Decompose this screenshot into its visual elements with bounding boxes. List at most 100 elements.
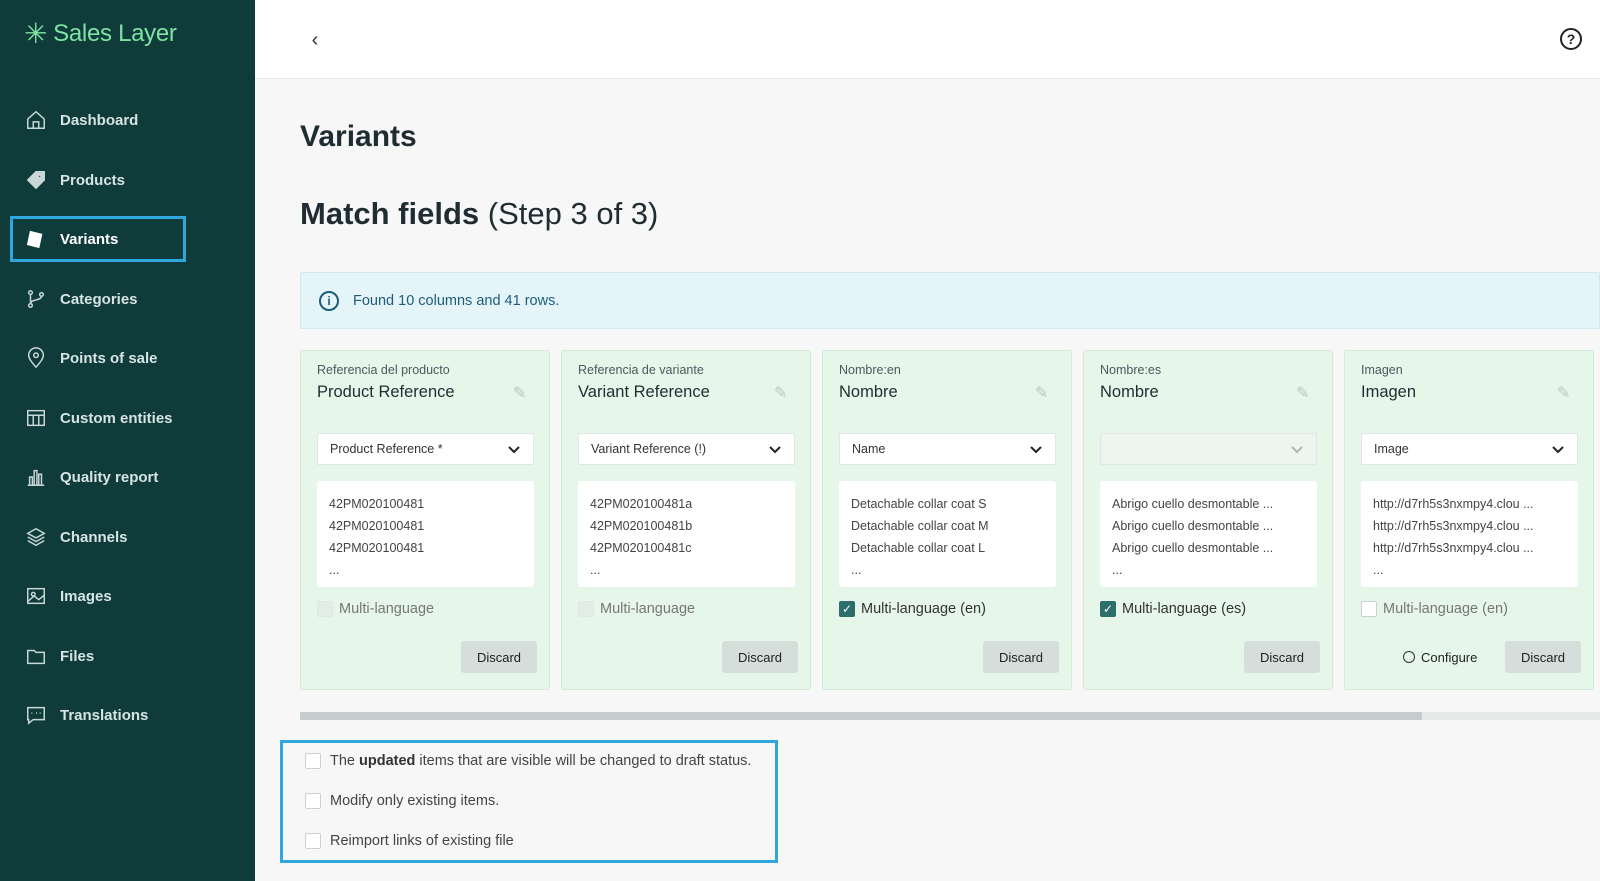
discard-button[interactable]: Discard bbox=[722, 641, 798, 673]
option-label: Modify only existing items. bbox=[330, 793, 500, 809]
field-select[interactable]: Image bbox=[1361, 433, 1578, 465]
option-label: Reimport links of existing file bbox=[330, 833, 514, 849]
sidebar-item-points-of-sale[interactable]: Points of sale bbox=[10, 335, 186, 381]
sidebar-item-label: Images bbox=[60, 587, 112, 605]
column-source-name: Referencia de variante bbox=[578, 363, 704, 377]
preview-row: ... bbox=[1373, 563, 1384, 577]
back-chevron-icon[interactable]: ‹ bbox=[303, 28, 327, 52]
column-target-name: Imagen bbox=[1361, 383, 1417, 401]
sidebar-item-variants[interactable]: Variants bbox=[10, 216, 186, 262]
sidebar-item-label: Variants bbox=[60, 230, 119, 248]
preview-row: Detachable collar coat M bbox=[851, 519, 989, 533]
discard-button[interactable]: Discard bbox=[461, 641, 537, 673]
field-select[interactable] bbox=[1100, 433, 1317, 465]
data-preview: 42PM020100481 42PM020100481 42PM02010048… bbox=[317, 481, 534, 587]
preview-row: ... bbox=[329, 563, 340, 577]
discard-button[interactable]: Discard bbox=[1244, 641, 1320, 673]
edit-pencil-icon[interactable]: ✎ bbox=[1296, 383, 1314, 402]
field-select-value: Image bbox=[1374, 442, 1409, 456]
preview-row: 42PM020100481 bbox=[329, 497, 425, 511]
field-card-imagen: Imagen Imagen ✎ Image http://d7rh5s3nxmp… bbox=[1344, 350, 1594, 690]
sidebar-item-categories[interactable]: Categories bbox=[10, 276, 186, 322]
horizontal-scrollbar[interactable] bbox=[300, 712, 1600, 720]
preview-row: 42PM020100481 bbox=[329, 519, 425, 533]
multi-language-label: Multi-language (es) bbox=[1122, 601, 1247, 617]
sales-layer-logo[interactable]: ✳ Sales Layer bbox=[24, 20, 177, 48]
sidebar-item-products[interactable]: Products bbox=[10, 157, 186, 203]
configure-button[interactable]: Configure bbox=[1403, 641, 1477, 673]
option-draft-status[interactable]: The updated items that are visible will … bbox=[305, 753, 751, 769]
logo-text: Sales Layer bbox=[53, 20, 177, 47]
sidebar-item-images[interactable]: Images bbox=[10, 573, 186, 619]
reimport-links-checkbox[interactable] bbox=[305, 833, 321, 849]
step-title-main: Match fields bbox=[300, 196, 480, 231]
image-icon bbox=[24, 584, 48, 608]
option-modify-existing[interactable]: Modify only existing items. bbox=[305, 793, 499, 809]
chat-icon bbox=[24, 703, 48, 727]
field-card-variant-reference: Referencia de variante Variant Reference… bbox=[561, 350, 811, 690]
multi-language-checkbox[interactable]: ✓ bbox=[1100, 601, 1116, 617]
column-target-name: Nombre bbox=[1100, 383, 1159, 401]
data-preview: 42PM020100481a 42PM020100481b 42PM020100… bbox=[578, 481, 795, 587]
sidebar-item-files[interactable]: Files bbox=[10, 633, 186, 679]
option-text-bold: updated bbox=[359, 753, 416, 769]
preview-row: http://d7rh5s3nxmpy4.clou ... bbox=[1373, 497, 1534, 511]
multi-language-checkbox[interactable]: ✓ bbox=[839, 601, 855, 617]
sidebar-item-label: Products bbox=[60, 171, 126, 189]
multi-language-option: Multi-language bbox=[317, 601, 434, 617]
preview-row: Abrigo cuello desmontable ... bbox=[1112, 519, 1274, 533]
multi-language-checkbox bbox=[578, 601, 594, 617]
preview-row: ... bbox=[851, 563, 862, 577]
sidebar-item-label: Files bbox=[60, 647, 95, 665]
field-select[interactable]: Product Reference * bbox=[317, 433, 534, 465]
preview-row: Detachable collar coat L bbox=[851, 541, 986, 555]
bar-chart-icon bbox=[24, 465, 48, 489]
step-indicator: (Step 3 of 3) bbox=[487, 196, 659, 231]
chevron-down-icon bbox=[1290, 442, 1304, 456]
column-target-name: Product Reference bbox=[317, 383, 455, 401]
gear-icon bbox=[1403, 651, 1415, 663]
scrollbar-thumb[interactable] bbox=[300, 712, 1422, 720]
help-icon[interactable]: ? bbox=[1560, 28, 1582, 50]
sidebar-item-label: Quality report bbox=[60, 468, 159, 486]
sidebar-item-custom-entities[interactable]: Custom entities bbox=[10, 395, 186, 441]
data-preview: Detachable collar coat S Detachable coll… bbox=[839, 481, 1056, 587]
preview-row: 42PM020100481c bbox=[590, 541, 692, 555]
edit-pencil-icon[interactable]: ✎ bbox=[513, 383, 531, 402]
draft-status-checkbox[interactable] bbox=[305, 753, 321, 769]
edit-pencil-icon[interactable]: ✎ bbox=[774, 383, 792, 402]
column-source-name: Nombre:en bbox=[839, 363, 901, 377]
info-icon: i bbox=[319, 290, 339, 311]
home-icon bbox=[24, 108, 48, 132]
sidebar: ✳ Sales Layer Dashboard Products Variant… bbox=[0, 0, 255, 881]
field-select-value: Variant Reference (!) bbox=[591, 442, 707, 456]
column-target-name: Nombre bbox=[839, 383, 898, 401]
sidebar-item-channels[interactable]: Channels bbox=[10, 514, 186, 560]
info-banner: i Found 10 columns and 41 rows. bbox=[300, 272, 1600, 329]
preview-row: 42PM020100481 bbox=[329, 541, 425, 555]
location-pin-icon bbox=[24, 346, 48, 370]
field-select[interactable]: Name bbox=[839, 433, 1056, 465]
sidebar-item-dashboard[interactable]: Dashboard bbox=[10, 97, 186, 143]
edit-pencil-icon[interactable]: ✎ bbox=[1557, 383, 1575, 402]
discard-button[interactable]: Discard bbox=[1505, 641, 1581, 673]
option-text-post: items that are visible will be changed t… bbox=[419, 753, 752, 769]
edit-pencil-icon[interactable]: ✎ bbox=[1035, 383, 1053, 402]
chevron-down-icon bbox=[1551, 442, 1565, 456]
column-source-name: Referencia del producto bbox=[317, 363, 450, 377]
page-title: Variants bbox=[300, 120, 417, 153]
multi-language-checkbox[interactable] bbox=[1361, 601, 1377, 617]
preview-row: ... bbox=[1112, 563, 1123, 577]
preview-row: 42PM020100481b bbox=[590, 519, 693, 533]
info-text: Found 10 columns and 41 rows. bbox=[353, 292, 560, 309]
step-title: Match fields (Step 3 of 3) bbox=[300, 196, 658, 232]
preview-row: http://d7rh5s3nxmpy4.clou ... bbox=[1373, 519, 1534, 533]
sidebar-item-quality-report[interactable]: Quality report bbox=[10, 454, 186, 500]
preview-row: Detachable collar coat S bbox=[851, 497, 987, 511]
sidebar-item-translations[interactable]: Translations bbox=[10, 692, 186, 738]
field-select[interactable]: Variant Reference (!) bbox=[578, 433, 795, 465]
modify-existing-checkbox[interactable] bbox=[305, 793, 321, 809]
discard-button[interactable]: Discard bbox=[983, 641, 1059, 673]
option-reimport-links[interactable]: Reimport links of existing file bbox=[305, 833, 514, 849]
multi-language-checkbox bbox=[317, 601, 333, 617]
